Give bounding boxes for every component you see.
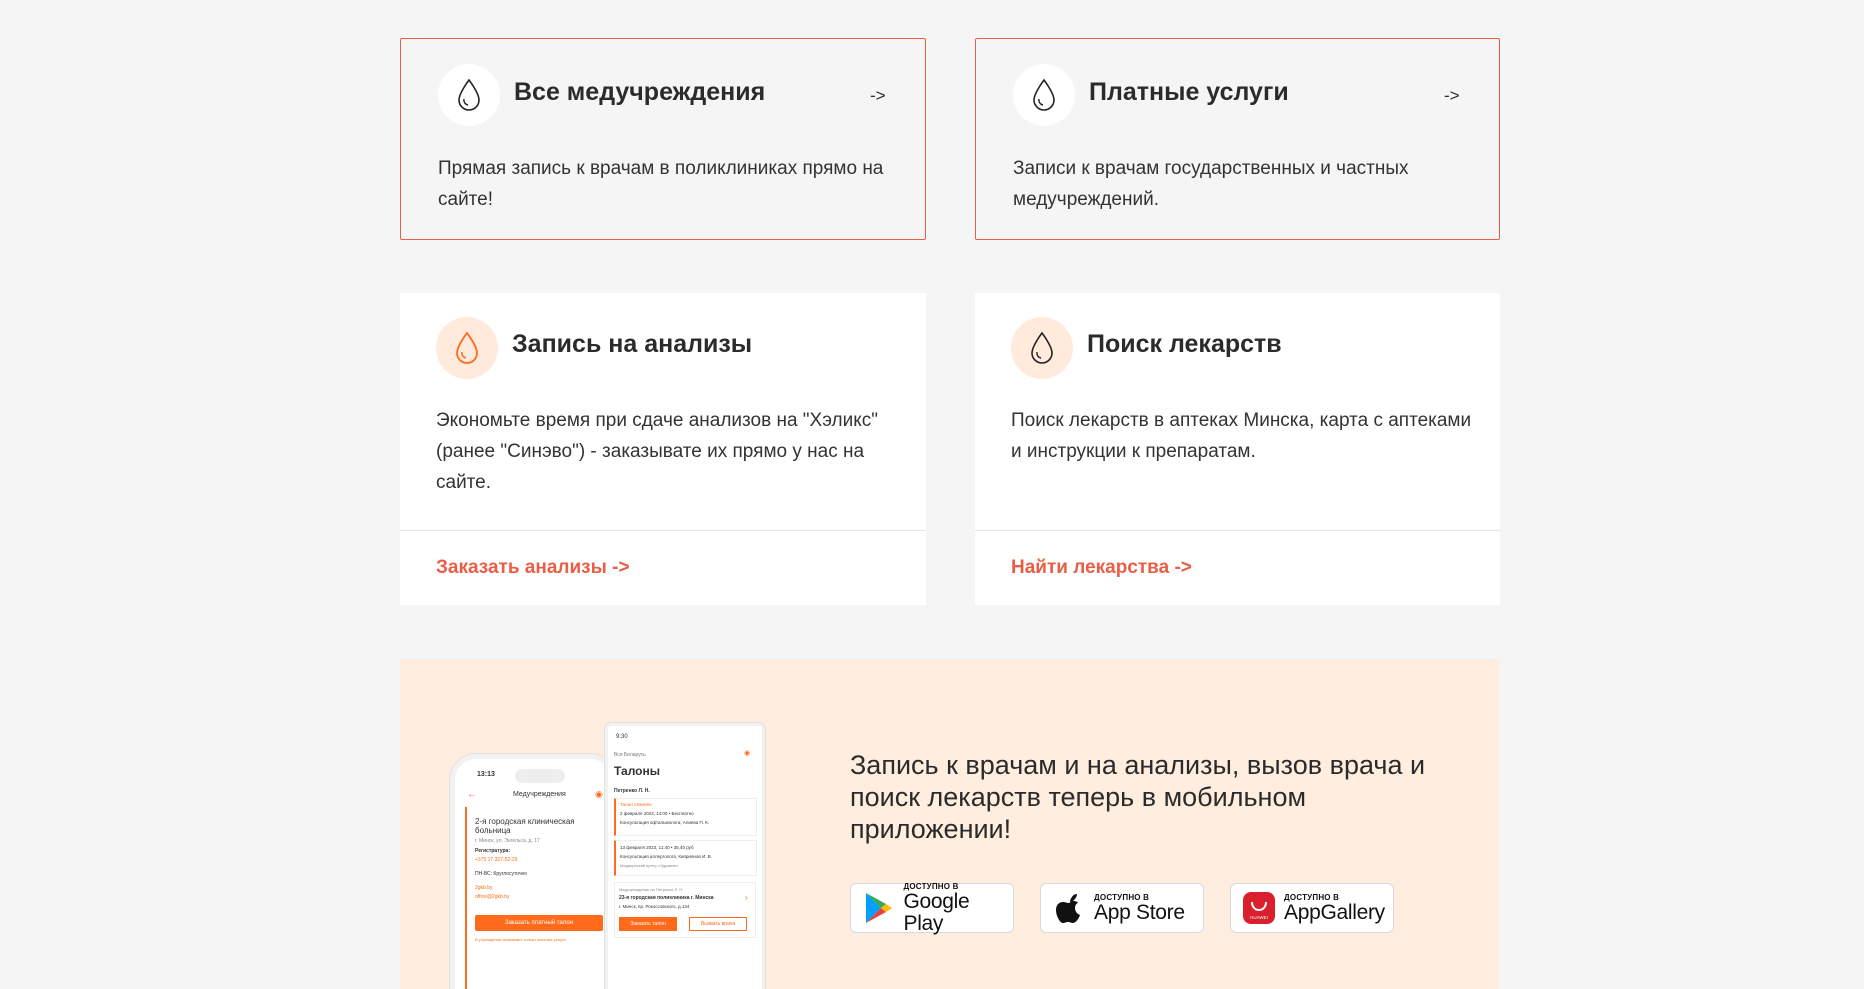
drop-icon [436, 317, 498, 379]
promo-text: Запись к врачам и на анализы, вызов врач… [850, 750, 1426, 844]
email-link: office@2gkb.by [475, 894, 510, 900]
card-description: Поиск лекарств в аптеках Минска, карта с… [1011, 410, 1472, 462]
hospital-address: г. Минск, ул. Энгельса, д. 17 [475, 838, 540, 844]
location-pin-icon: ◉ [595, 789, 603, 799]
ticket-desc: Консультация аллерголога, Киприянов И. В… [620, 854, 712, 859]
card-description: Прямая запись к врачам в поликлиниках пр… [438, 158, 884, 210]
back-arrow-icon: ← [467, 789, 477, 800]
ticket-cancelled: Талон отменён 2 февраля 2023, 14:00 • Бе… [614, 798, 757, 836]
call-doctor-button: Вызвать врача [689, 917, 747, 931]
status-time: 9:30 [616, 734, 628, 740]
ticket-active: 13 февраля 2023, 11:40 • 35,40 руб Консу… [614, 840, 757, 876]
card-all-facilities[interactable]: Все медучреждения -> Прямая запись к вра… [400, 38, 926, 240]
drop-icon [438, 64, 500, 126]
phone-title: Медучреждения [513, 791, 566, 798]
hours: ПН-ВС: Круглосуточно [475, 871, 528, 877]
mobile-app-promo: 13:13 ← Медучреждения ◉ 2-я городская кл… [400, 659, 1499, 989]
facility-head: Медучреждение на Петренко Л. Н. [619, 887, 684, 892]
divider [400, 530, 926, 531]
phone-mockup-tickets: 9:30 Вся Беларусь ◉ Талоны Петренко Л. Н… [605, 723, 765, 989]
card-description: Экономьте время при сдаче анализов на "Х… [436, 410, 878, 493]
notch [515, 769, 565, 783]
facility-name: 23-я городская поликлиника г. Минска [619, 895, 714, 901]
card-title: Поиск лекарств [1087, 330, 1282, 358]
appgallery-button[interactable]: HUAWEI ДОСТУПНО В AppGallery [1230, 883, 1394, 933]
card-title: Все медучреждения [514, 78, 766, 106]
card-title: Платные услуги [1089, 78, 1289, 106]
site-link: 2gkb.by [475, 885, 493, 891]
card-title: Запись на анализы [512, 330, 753, 358]
huawei-icon: HUAWEI [1241, 890, 1277, 926]
card-paid-services[interactable]: Платные услуги -> Записи к врачам госуда… [975, 38, 1500, 240]
phone-mockup-facilities: 13:13 ← Медучреждения ◉ 2-я городская кл… [450, 754, 616, 989]
drop-icon [1013, 64, 1075, 126]
find-medicine-link[interactable]: Найти лекарства -> [1011, 557, 1192, 579]
ticket-desc: Консультация офтальмолога, Алиева П. К. [620, 820, 710, 825]
ticket-place: Медицинский центр «Здравие» [620, 863, 679, 868]
order-tests-link[interactable]: Заказать анализы -> [436, 557, 630, 579]
region-label: Вся Беларусь [614, 752, 646, 758]
google-play-button[interactable]: ДОСТУПНО В Google Play [850, 882, 1014, 935]
ticket-date: 13 февраля 2023, 11:40 • 35,40 руб [620, 845, 694, 850]
order-ticket-button: Заказать талон [619, 917, 677, 931]
store-name: AppGallery [1284, 900, 1385, 924]
registry-phone: +375 17 327-52-29 [475, 857, 518, 863]
app-store-button[interactable]: ДОСТУПНО В App Store [1040, 883, 1204, 933]
patient-name: Петренко Л. Н. [614, 788, 650, 794]
huawei-wordmark: HUAWEI [1250, 915, 1268, 920]
status-time: 13:13 [477, 771, 495, 778]
facility-card: 2-я городская клиническая больница г. Ми… [465, 807, 607, 989]
google-play-icon [861, 890, 896, 926]
paid-only-note: В учреждении оказывают только платные ус… [475, 937, 566, 942]
hospital-name: 2-я городская клиническая больница [475, 817, 575, 835]
order-paid-ticket-button: Заказать платный талон [475, 915, 603, 931]
store-name: App Store [1094, 900, 1185, 924]
drop-icon [1011, 317, 1073, 379]
card-medicine-search: Поиск лекарств Поиск лекарств в аптеках … [975, 293, 1500, 605]
tickets-title: Талоны [614, 764, 660, 778]
location-pin-icon: ◉ [744, 750, 751, 757]
card-lab-tests: Запись на анализы Экономьте время при сд… [400, 293, 926, 605]
divider [975, 530, 1500, 531]
arrow-icon[interactable]: -> [1444, 86, 1460, 106]
registry-label: Регистратура: [475, 848, 510, 854]
arrow-icon[interactable]: -> [870, 86, 886, 106]
facility-entry: Медучреждение на Петренко Л. Н. 23-я гор… [614, 882, 756, 938]
apple-icon [1051, 890, 1087, 926]
chevron-right-icon: › [745, 893, 748, 902]
ticket-status: Талон отменён [620, 802, 652, 807]
ticket-date: 2 февраля 2023, 14:00 • Бесплатно [620, 811, 694, 816]
store-name: Google Play [903, 889, 970, 935]
facility-address: г. Минск, пр. Рокоссовского, д.134 [619, 904, 690, 909]
card-description: Записи к врачам государственных и частны… [1013, 158, 1409, 210]
